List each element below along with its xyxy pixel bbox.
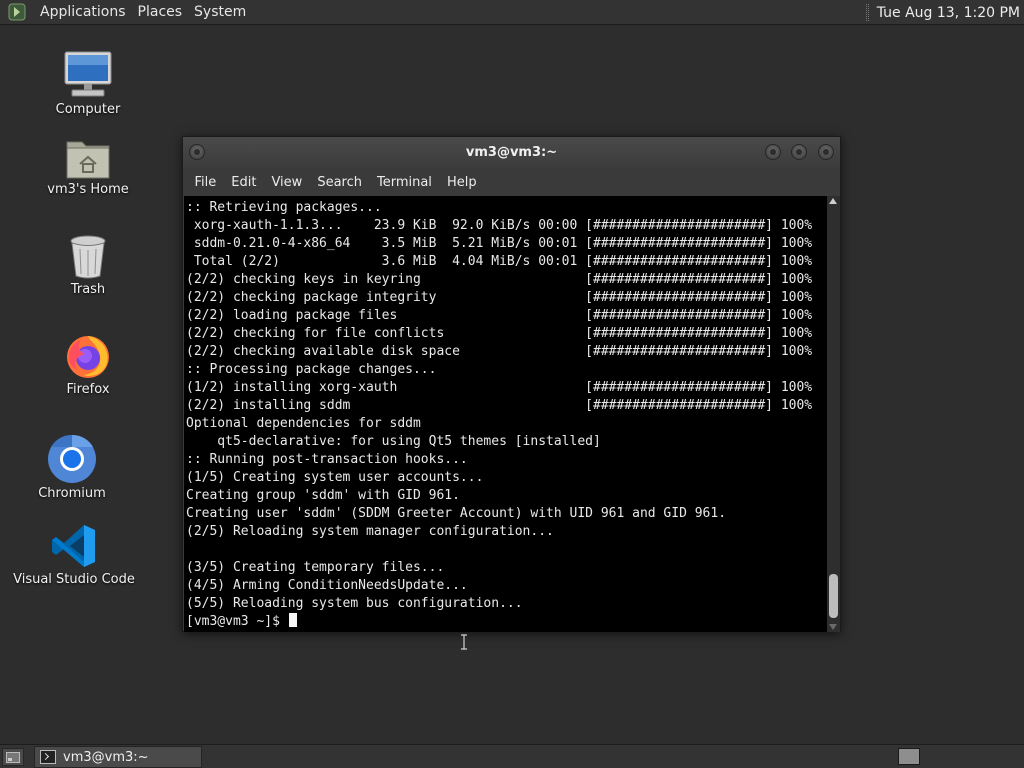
desktop-icon-label: Chromium [38,486,106,501]
chromium-icon [47,428,97,484]
firefox-icon [63,324,113,380]
taskbar-terminal-button[interactable]: vm3@vm3:~ [34,746,202,768]
top-panel-right: Tue Aug 13, 1:20 PM [865,0,1024,25]
terminal-prompt: [vm3@vm3 ~]$ [186,614,288,629]
desktop-icon-computer[interactable]: Computer [18,44,158,117]
top-panel: Applications Places System Tue Aug 13, 1… [0,0,1024,25]
places-menu[interactable]: Places [132,0,189,25]
desktop-icon-label: Computer [55,102,121,117]
terminal-window[interactable]: vm3@vm3:~ File Edit View Search Terminal… [182,136,841,650]
terminal-line: (3/5) Creating temporary files... [186,560,445,575]
menu-file[interactable]: File [187,175,224,190]
trash-icon [68,224,108,280]
terminal-scrollbar[interactable] [827,196,840,632]
show-desktop-button[interactable] [2,748,24,766]
desktop-icon-home[interactable]: vm3's Home [18,124,158,197]
window-title: vm3@vm3:~ [465,145,558,160]
menu-help[interactable]: Help [439,175,484,190]
terminal-line: (2/5) Reloading system manager configura… [186,524,554,539]
terminal-menubar: File Edit View Search Terminal Help [183,168,840,196]
terminal-line: (2/2) loading package files [###########… [186,308,813,323]
bottom-panel: vm3@vm3:~ [0,744,1024,768]
terminal-output-area[interactable]: :: Retrieving packages... xorg-xauth-1.1… [184,196,827,650]
terminal-line: (1/2) installing xorg-xauth [###########… [186,380,813,395]
vscode-icon [50,514,98,570]
terminal-line: :: Processing package changes... [186,362,437,377]
clock[interactable]: Tue Aug 13, 1:20 PM [877,5,1024,21]
desktop-icon [6,751,20,763]
desktop-icon-label: Firefox [66,382,110,397]
maximize-button[interactable] [791,144,807,160]
terminal-line: :: Running post-transaction hooks... [186,452,468,467]
terminal-text: :: Retrieving packages... xorg-xauth-1.1… [186,199,812,631]
terminal-line: (4/5) Arming ConditionNeedsUpdate... [186,578,468,593]
workspace-switcher[interactable] [898,748,920,765]
desktop-icon-label: vm3's Home [47,182,129,197]
terminal-line: qt5-declarative: for using Qt5 themes [i… [186,434,601,449]
computer-icon [62,44,114,100]
ibeam-cursor-icon [461,634,467,650]
terminal-line: (2/2) installing sddm [#################… [186,398,813,413]
menu-terminal[interactable]: Terminal [369,175,439,190]
desktop-icon-trash[interactable]: Trash [18,224,158,297]
terminal-prompt-line[interactable]: [vm3@vm3 ~]$ [186,613,812,631]
distro-logo-icon[interactable] [6,1,28,23]
desktop-icon-chromium[interactable]: Chromium [2,428,142,501]
desktop-icon-firefox[interactable]: Firefox [18,324,158,397]
terminal-line: xorg-xauth-1.1.3... 23.9 KiB 92.0 KiB/s … [186,218,813,233]
menu-search[interactable]: Search [310,175,370,190]
close-button[interactable] [818,144,834,160]
menu-edit[interactable]: Edit [224,175,264,190]
scroll-up-arrow-icon[interactable] [829,198,837,204]
system-menu[interactable]: System [188,0,252,25]
text-cursor [288,613,297,627]
taskbar-window-label: vm3@vm3:~ [63,749,149,765]
terminal-icon [40,750,56,764]
terminal-line: (2/2) checking keys in keyring [########… [186,272,813,287]
scroll-down-arrow-icon[interactable] [829,624,837,630]
desktop-icon-label: Visual Studio Code [13,572,135,587]
home-folder-icon [65,124,111,180]
terminal-line: (2/2) checking available disk space [###… [186,344,813,359]
terminal-line: Optional dependencies for sddm [186,416,421,431]
desktop-icon-label: Trash [70,282,106,297]
terminal-line: Creating group 'sddm' with GID 961. [186,488,460,503]
scrollbar-thumb[interactable] [829,574,838,618]
terminal-line: (2/2) checking package integrity [######… [186,290,813,305]
applications-menu[interactable]: Applications [34,0,132,25]
desktop-icon-vscode[interactable]: Visual Studio Code [4,514,144,587]
window-titlebar[interactable]: vm3@vm3:~ [183,137,840,168]
panel-separator [865,4,869,21]
terminal-line: (1/5) Creating system user accounts... [186,470,484,485]
terminal-line: (5/5) Reloading system bus configuration… [186,596,523,611]
terminal-line: sddm-0.21.0-4-x86_64 3.5 MiB 5.21 MiB/s … [186,236,813,251]
terminal-line: Total (2/2) 3.6 MiB 4.04 MiB/s 00:01 [##… [186,254,813,269]
terminal-line: Creating user 'sddm' (SDDM Greeter Accou… [186,506,727,521]
terminal-line: (2/2) checking for file conflicts [#####… [186,326,813,341]
terminal-line: :: Retrieving packages... [186,200,382,215]
menu-view[interactable]: View [264,175,310,190]
minimize-button[interactable] [765,144,781,160]
